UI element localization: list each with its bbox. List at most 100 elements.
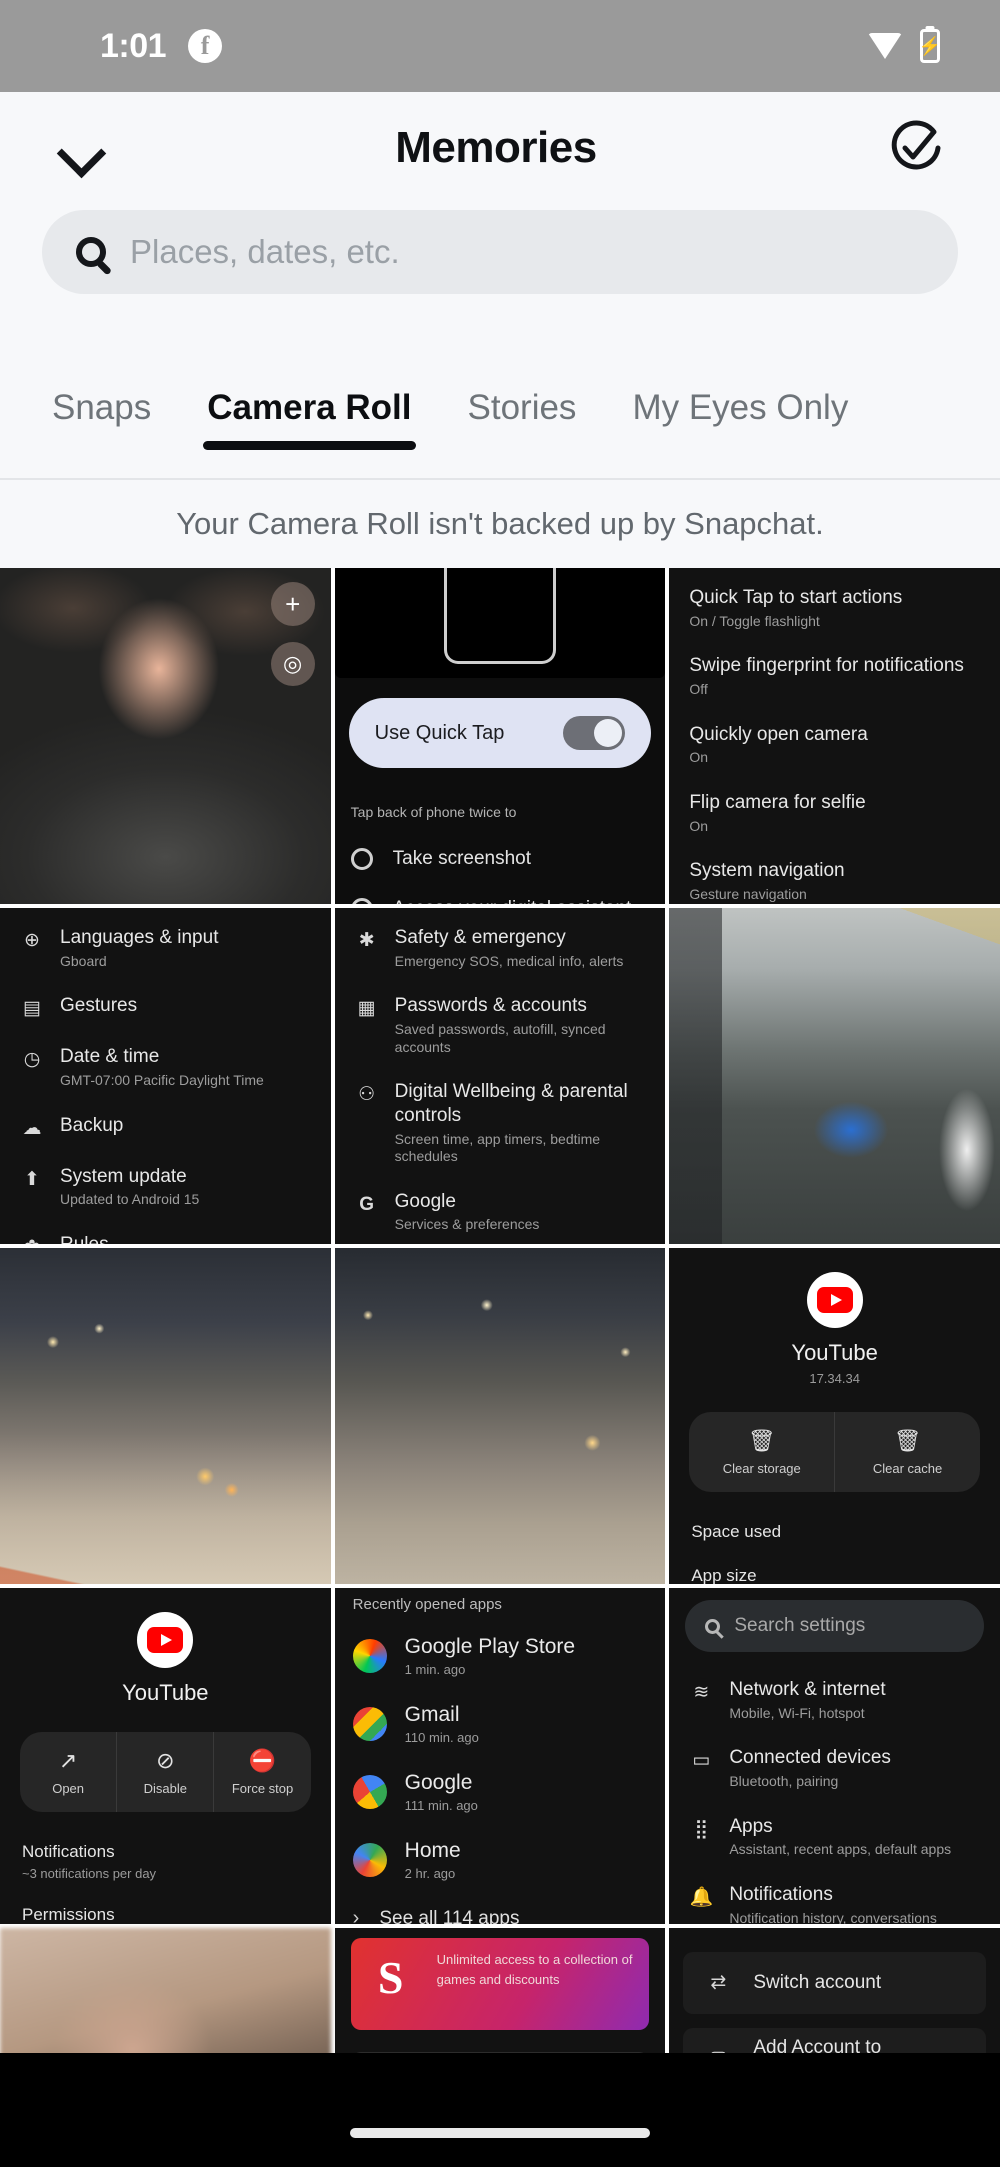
item-subtitle: Updated to Android 15 — [60, 1191, 200, 1208]
apps-icon: ⣿ — [694, 1818, 709, 1840]
settings-home-screenshot: Search settings ≋ Network & internet Mob… — [669, 1588, 1000, 1924]
facebook-icon: f — [188, 29, 223, 63]
grid-item-youtube-appinfo[interactable]: YouTube ↗ Open ⊘ Disable ⛔ Force stop No… — [0, 1588, 331, 1924]
search-icon — [76, 237, 106, 267]
grid-item-photo-room[interactable] — [669, 908, 1000, 1244]
item-title: Network & internet — [729, 1679, 886, 1700]
item-title: System navigation — [689, 860, 845, 881]
item-subtitle: GMT-07:00 Pacific Daylight Time — [60, 1072, 264, 1088]
gesture-icon: ▤ — [23, 998, 41, 1020]
list-item: Gmail 110 min. ago — [352, 1703, 666, 1745]
tab-camera-roll[interactable]: Camera Roll — [203, 380, 416, 450]
grid-item-system-settings[interactable]: ⊕ Languages & input Gboard ▤ Gestures ◷ … — [0, 908, 331, 1244]
list-item: ▦ Passwords & accounts Saved passwords, … — [355, 994, 646, 1056]
item-subtitle: Assistant, recent apps, default apps — [729, 1841, 952, 1858]
radio-icon — [350, 898, 373, 904]
app-name: Google — [404, 1771, 473, 1794]
search-input[interactable]: Places, dates, etc. — [42, 210, 958, 294]
home-icon — [352, 1843, 387, 1877]
cloud-backup-icon: ☁ — [22, 1117, 42, 1139]
list-item: ⚇ Digital Wellbeing & parental controls … — [355, 1080, 646, 1166]
item-subtitle: Bluetooth, pairing — [729, 1773, 839, 1789]
list-item: ⣿ Apps Assistant, recent apps, default a… — [689, 1815, 980, 1859]
app-version: 17.34.34 — [809, 1371, 860, 1386]
gmail-icon — [352, 1707, 387, 1741]
item-subtitle: On / Toggle flashlight — [689, 612, 820, 629]
item-subtitle: Saved passwords, autofill, synced accoun… — [394, 1021, 606, 1055]
button-label: Disable — [143, 1781, 187, 1796]
open-icon: ↗ — [58, 1748, 78, 1773]
force-stop-button: ⛔ Force stop — [214, 1732, 310, 1812]
app-name: Home — [404, 1839, 461, 1862]
settings-search-field: Search settings — [685, 1600, 984, 1652]
settings-list-screenshot: ✱ Safety & emergency Emergency SOS, medi… — [334, 908, 666, 1244]
grid-item-photo-night-2[interactable] — [334, 1248, 666, 1584]
grid-item-quick-tap[interactable]: Use Quick Tap Tap back of phone twice to… — [334, 568, 666, 904]
app-name: Gmail — [404, 1703, 460, 1726]
password-icon: ▦ — [357, 998, 376, 1020]
search-placeholder: Places, dates, etc. — [130, 233, 400, 270]
app-name: Google Play Store — [404, 1635, 576, 1658]
play-store-icon — [352, 1639, 387, 1673]
item-subtitle: Mobile, Wi-Fi, hotspot — [729, 1704, 865, 1721]
grid-item-youtube-storage[interactable]: YouTube 17.34.34 🗑 Clear storage 🗑 Clear… — [669, 1248, 1000, 1584]
camera-roll-grid: + ◎ Use Quick Tap Tap back of phone twic… — [0, 568, 1000, 2098]
disable-button: ⊘ Disable — [117, 1732, 215, 1812]
grid-item-settings-list[interactable]: ✱ Safety & emergency Emergency SOS, medi… — [334, 908, 666, 1244]
settings-home-list: ≋ Network & internet Mobile, Wi-Fi, hots… — [669, 1678, 1000, 1924]
wellbeing-icon: ⚇ — [358, 1084, 376, 1105]
stadia-icon: S — [377, 1952, 404, 2003]
grid-item-photo-night-1[interactable] — [0, 1248, 331, 1584]
clear-storage-button: 🗑 Clear storage — [689, 1412, 836, 1492]
grid-item-recent-apps[interactable]: Recently opened apps Google Play Store 1… — [334, 1588, 666, 1924]
check-circle-icon[interactable] — [888, 120, 944, 176]
app-time: 110 min. ago — [404, 1730, 479, 1745]
bell-icon: 🔔 — [689, 1886, 714, 1908]
use-quick-tap-label: Use Quick Tap — [374, 721, 505, 744]
settings-search-placeholder: Search settings — [734, 1615, 866, 1636]
storage-info: Space used App size 157 MB User data — [691, 1522, 978, 1584]
youtube-header: YouTube 17.34.34 — [669, 1248, 1000, 1386]
focus-icon: ◎ — [270, 642, 315, 686]
tab-my-eyes-only[interactable]: My Eyes Only — [632, 380, 848, 428]
item-subtitle: Off — [689, 681, 708, 697]
grid-item-gestures[interactable]: Quick Tap to start actions On / Toggle f… — [669, 568, 1000, 904]
list-item: Google Play Store 1 min. ago — [352, 1635, 666, 1677]
item-title: Backup — [60, 1114, 124, 1136]
disable-icon: ⊘ — [156, 1748, 175, 1773]
phone-outline-icon — [443, 568, 556, 664]
tab-snaps[interactable]: Snaps — [52, 380, 151, 428]
list-item: ▭ Connected devices Bluetooth, pairing — [689, 1746, 980, 1790]
grid-item-settings-home[interactable]: Search settings ≋ Network & internet Mob… — [669, 1588, 1000, 1924]
chevron-down-icon[interactable] — [56, 124, 104, 172]
list-item: ⬆ System update Updated to Android 15 — [20, 1165, 311, 1209]
list-item: Quick Tap to start actions On / Toggle f… — [689, 586, 980, 630]
info-key: Notifications — [22, 1842, 115, 1861]
banner-text-wrap: Unlimited access to a collection of game… — [437, 1950, 642, 1989]
list-item: Google 111 min. ago — [352, 1771, 666, 1813]
home-indicator[interactable] — [350, 2128, 650, 2138]
trash-icon: 🗑 — [747, 1428, 776, 1453]
safety-icon: ✱ — [358, 930, 375, 951]
wifi-icon — [868, 33, 902, 59]
list-item: ◷ Date & time GMT-07:00 Pacific Daylight… — [20, 1045, 311, 1089]
item-title: Languages & input — [60, 927, 219, 948]
grid-item-photo-selfie[interactable]: + ◎ — [0, 568, 331, 904]
tab-bar: Snaps Camera Roll Stories My Eyes Only — [0, 380, 1000, 480]
trash-icon: 🗑 — [893, 1428, 922, 1453]
button-label: Force stop — [231, 1781, 294, 1796]
menu-label: Switch account — [753, 1972, 882, 1993]
youtube-icon — [137, 1612, 194, 1668]
memories-screen: 1:01 f ⚡ Memories Places, dates, etc. Sn… — [0, 0, 1000, 2167]
youtube-appinfo-screenshot: YouTube ↗ Open ⊘ Disable ⛔ Force stop No… — [0, 1588, 331, 1924]
item-title: Passwords & accounts — [394, 995, 587, 1017]
backup-banner: Your Camera Roll isn't backed up by Snap… — [0, 480, 1000, 568]
clock-icon: ◷ — [23, 1049, 41, 1071]
tab-stories[interactable]: Stories — [468, 380, 577, 428]
app-time: 2 hr. ago — [404, 1866, 456, 1881]
bottom-mask — [0, 2053, 1000, 2099]
quick-tap-option-assistant: Access your digital assistant — [350, 898, 666, 904]
switch-account-icon: ⇄ — [710, 1972, 727, 1993]
item-title: Apps — [729, 1815, 773, 1837]
see-all-apps-row: › See all 114 apps — [353, 1907, 666, 1924]
